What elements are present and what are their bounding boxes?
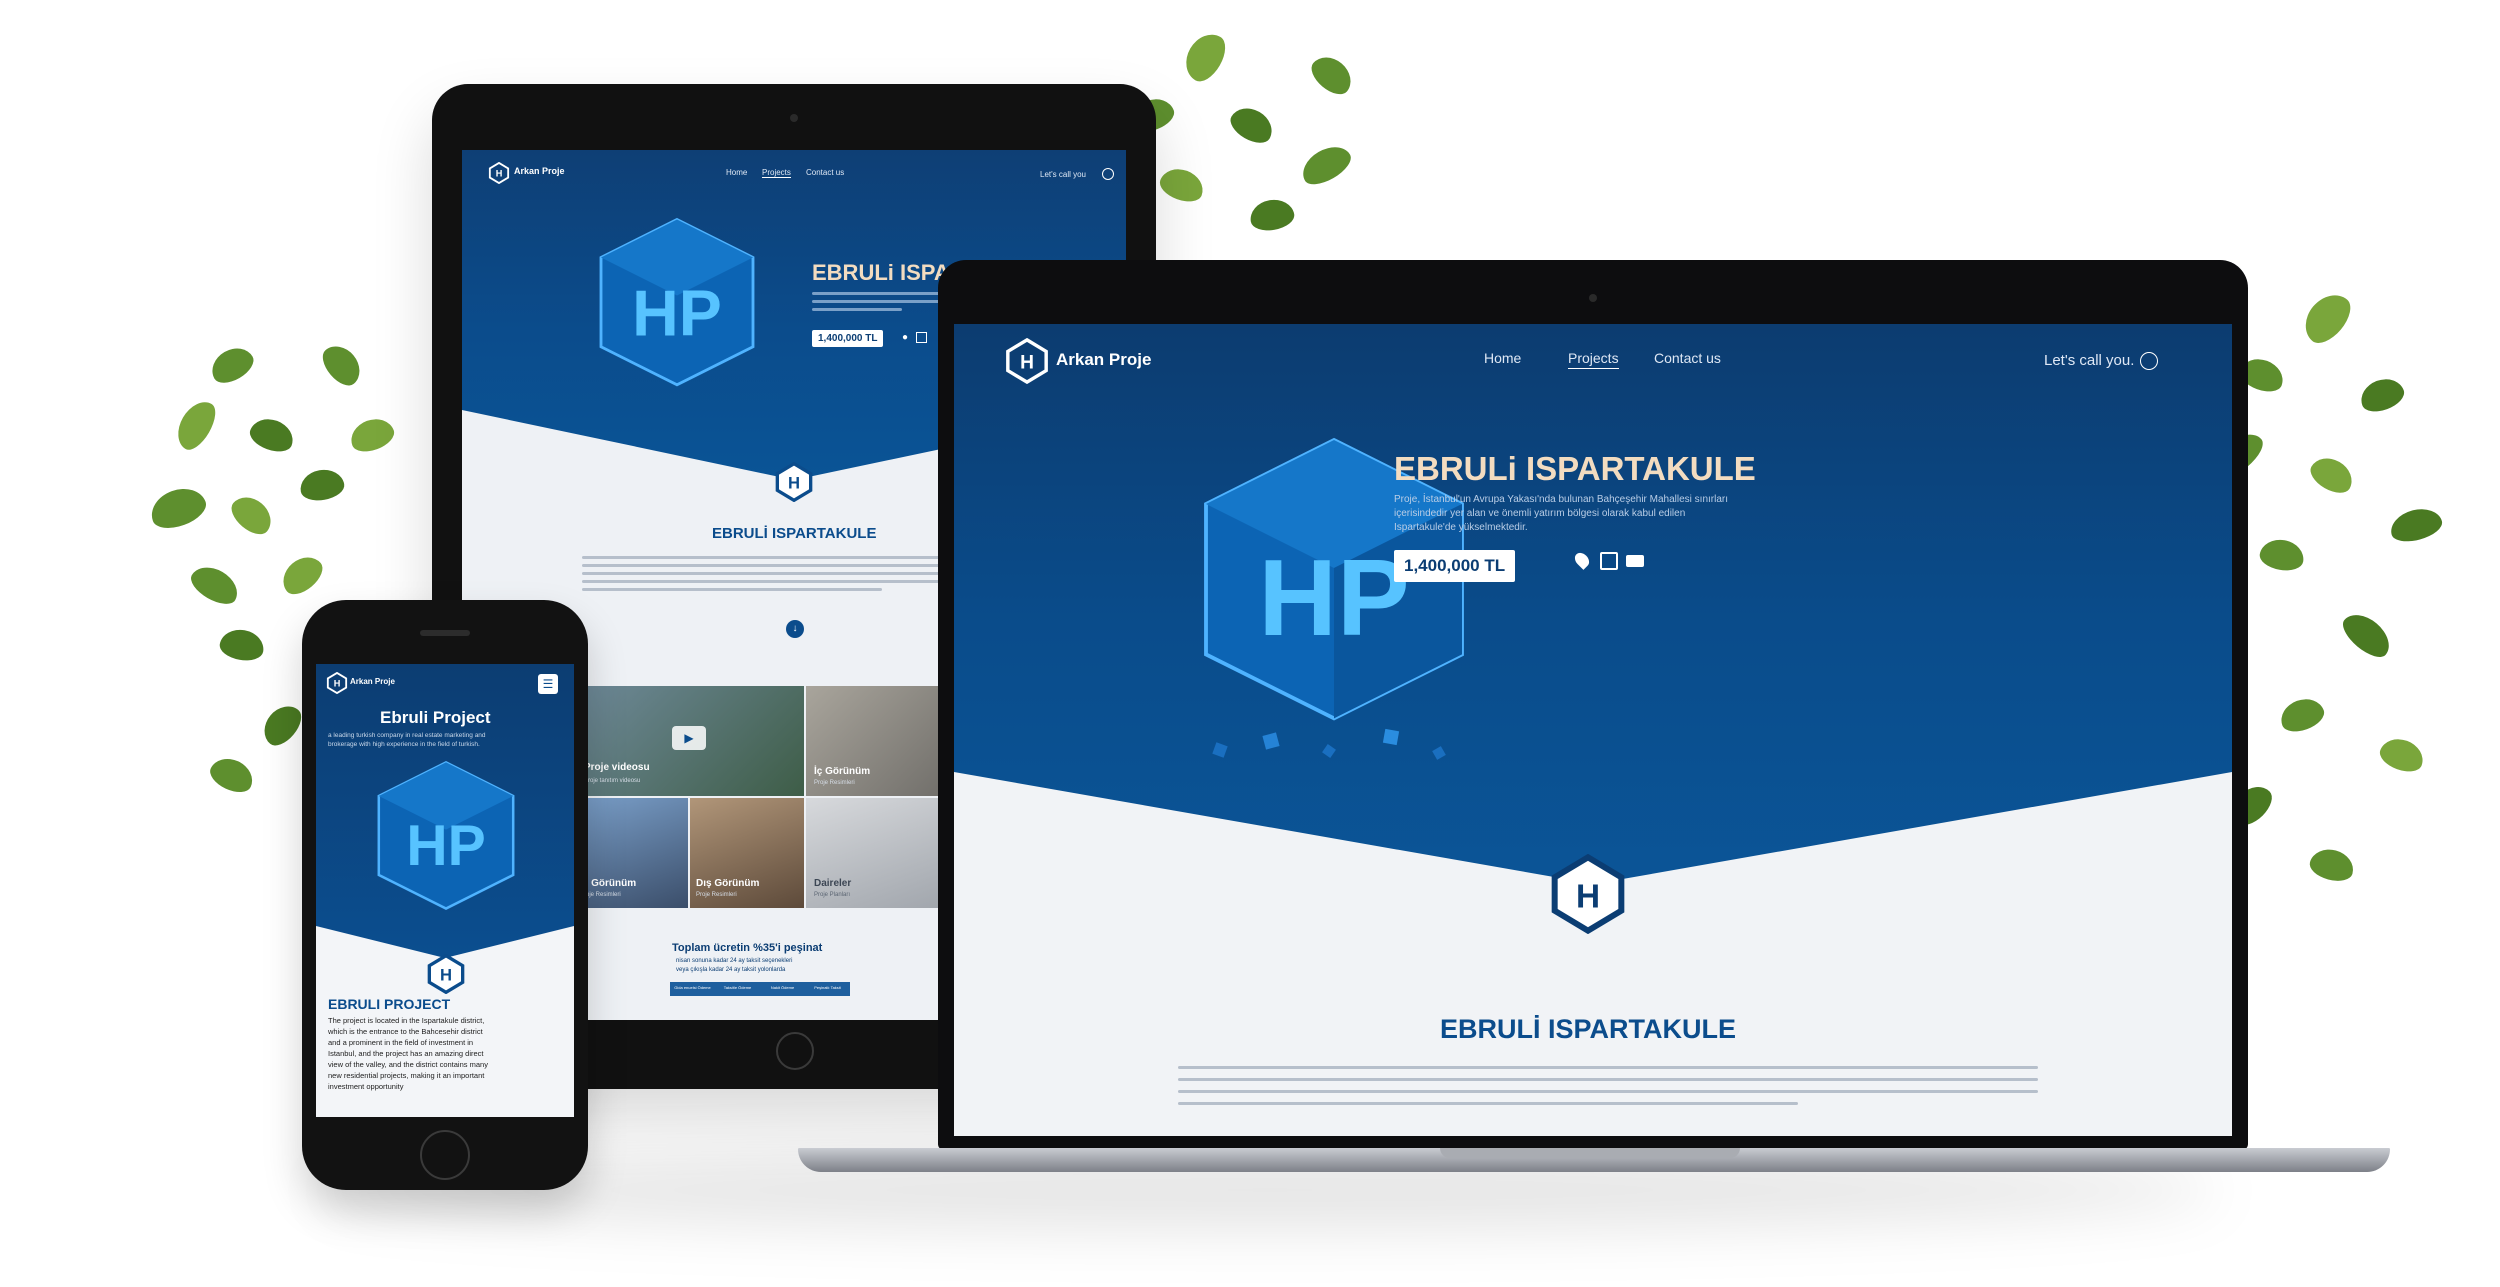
play-icon[interactable]: ▶ (672, 726, 706, 750)
phone-body-line: Istanbul, and the project has an amazing… (328, 1049, 484, 1058)
menu-icon[interactable]: ☰ (538, 674, 558, 694)
brand-name[interactable]: Arkan Proje (514, 166, 565, 176)
calendar-icon[interactable] (1600, 552, 1618, 570)
payment-tab[interactable]: Gida enuelsi Ödeme (670, 982, 715, 996)
globe-icon[interactable] (2140, 352, 2158, 370)
tile-caption: Proje videosu (584, 762, 650, 773)
price-badge: 1,400,000 TL (1394, 550, 1516, 582)
hero-desc-line: içerisindedir yer alan ve önemli yatırım… (1394, 508, 1686, 519)
hero-cube-logo: HP (377, 760, 515, 910)
arrow-down-icon[interactable]: ↓ (786, 620, 804, 638)
svg-text:H: H (1020, 353, 1034, 374)
phone-body-line: new residential projects, making it an i… (328, 1071, 485, 1080)
tile-subcaption: Proje Planları (814, 892, 851, 898)
section-text-line (1178, 1102, 1798, 1105)
phone-hero-sub: a leading turkish company in real estate… (328, 732, 486, 739)
phone-body-line: investment opportunity (328, 1082, 404, 1091)
svg-text:HP: HP (632, 277, 722, 349)
nav-contact[interactable]: Contact us (806, 168, 844, 177)
hero-desc-line: Ispartakule'de yükselmektedir. (1394, 522, 1528, 533)
nav-projects[interactable]: Projects (1568, 350, 1619, 369)
tile-caption: Dış Görünüm (696, 878, 760, 889)
brand-logo-icon[interactable]: H (326, 672, 348, 694)
payment-title: Toplam ücretin %35'i peşinat (672, 942, 823, 954)
brand-name[interactable]: Arkan Proje (350, 677, 395, 686)
phone-body-line: The project is located in the Ispartakul… (328, 1016, 485, 1025)
svg-text:H: H (496, 169, 503, 179)
tablet-home-button (776, 1032, 814, 1070)
section-text-line (582, 588, 882, 591)
tile-subcaption: Proje tanıtım videosu (584, 778, 641, 784)
brand-logo-icon[interactable]: H (1004, 338, 1050, 384)
payment-tab[interactable]: Taksitle Ödeme (715, 982, 760, 996)
section-logo-icon: H (427, 954, 465, 994)
globe-icon[interactable] (1102, 168, 1114, 180)
tile-subcaption: Proje Resimleri (814, 780, 855, 786)
section-title: EBRULİ ISPARTAKULE (712, 525, 877, 542)
section-text-line (1178, 1090, 2038, 1093)
gallery-tile-interior-2[interactable]: İç Görünüm Proje Resimleri (574, 798, 688, 908)
nav-call[interactable]: Let's call you. (2044, 352, 2134, 369)
laptop-screen: H Arkan Proje Home Projects Contact us L… (954, 324, 2232, 1136)
section-logo-icon: H (1551, 854, 1625, 934)
phone-section-title: EBRULI PROJECT (328, 996, 451, 1012)
tile-caption: Daireler (814, 878, 852, 889)
section-logo-icon: H (775, 462, 813, 502)
gallery-tile-video[interactable]: ▶ Proje videosu Proje tanıtım videosu (574, 686, 804, 796)
payment-line: nisan sonuna kadar 24 ay taksit seçenekl… (676, 958, 793, 964)
nav-call[interactable]: Let's call you (1040, 170, 1086, 179)
svg-text:H: H (1576, 878, 1600, 915)
calendar-icon[interactable] (916, 332, 927, 343)
brand-name[interactable]: Arkan Proje (1056, 350, 1151, 370)
payment-tab[interactable]: Nakit Ödeme (760, 982, 805, 996)
hero-cube-logo: HP (599, 217, 755, 387)
price-text: 1,400,000 TL (1404, 556, 1506, 575)
svg-text:H: H (788, 474, 800, 493)
hero-desc-line (812, 308, 902, 311)
tile-caption: İç Görünüm (814, 766, 871, 777)
brand-logo-icon[interactable]: H (488, 162, 510, 184)
phone-speaker (420, 630, 470, 636)
payment-tab[interactable]: Peşinatlı Taksit (805, 982, 850, 996)
laptop-device: H Arkan Proje Home Projects Contact us L… (938, 260, 2248, 1150)
phone-device: H Arkan Proje ☰ Ebruli Project a leading… (302, 600, 588, 1190)
payment-line: veya çıkışla kadar 24 ay taksit yolonlar… (676, 967, 786, 973)
laptop-camera (1589, 294, 1597, 302)
nav-projects[interactable]: Projects (762, 168, 791, 178)
section-text-line (1178, 1078, 2038, 1081)
location-icon[interactable]: ● (902, 332, 908, 343)
section-title: EBRULİ ISPARTAKULE (1440, 1014, 1736, 1044)
nav-home[interactable]: Home (1484, 350, 1521, 366)
price-badge: 1,400,000 TL (812, 330, 884, 347)
phone-body-line: view of the valley, and the district con… (328, 1060, 488, 1069)
nav-contact[interactable]: Contact us (1654, 350, 1721, 366)
phone-home-button (420, 1130, 470, 1180)
laptop-notch (1440, 1148, 1740, 1158)
video-icon[interactable] (1626, 555, 1644, 567)
svg-text:H: H (334, 679, 341, 689)
svg-text:H: H (440, 966, 452, 985)
phone-body-line: and a prominent in the field of investme… (328, 1038, 474, 1047)
section-text-line (1178, 1066, 2038, 1069)
svg-text:HP: HP (406, 814, 485, 878)
phone-hero-title: Ebruli Project (380, 708, 491, 727)
nav-home[interactable]: Home (726, 168, 747, 177)
hero-title: EBRULi ISPARTAKULE (1394, 450, 1756, 487)
phone-body-line: which is the entrance to the Bahcesehir … (328, 1027, 483, 1036)
hero-desc-line: Proje, İstanbul'un Avrupa Yakası'nda bul… (1394, 494, 1729, 505)
payment-tabs: Gida enuelsi Ödeme Taksitle Ödeme Nakit … (670, 982, 850, 996)
tablet-camera (790, 114, 798, 122)
price-text: 1,400,000 TL (818, 333, 878, 344)
tile-subcaption: Proje Resimleri (696, 892, 737, 898)
cube-debris (1204, 724, 1464, 764)
tile-caption: İç Görünüm (580, 878, 637, 889)
svg-text:HP: HP (1258, 538, 1409, 659)
gallery-tile-exterior[interactable]: Dış Görünüm Proje Resimleri (690, 798, 804, 908)
phone-hero-sub: brokerage with high experience in the fi… (328, 741, 480, 748)
phone-screen: H Arkan Proje ☰ Ebruli Project a leading… (316, 664, 574, 1117)
